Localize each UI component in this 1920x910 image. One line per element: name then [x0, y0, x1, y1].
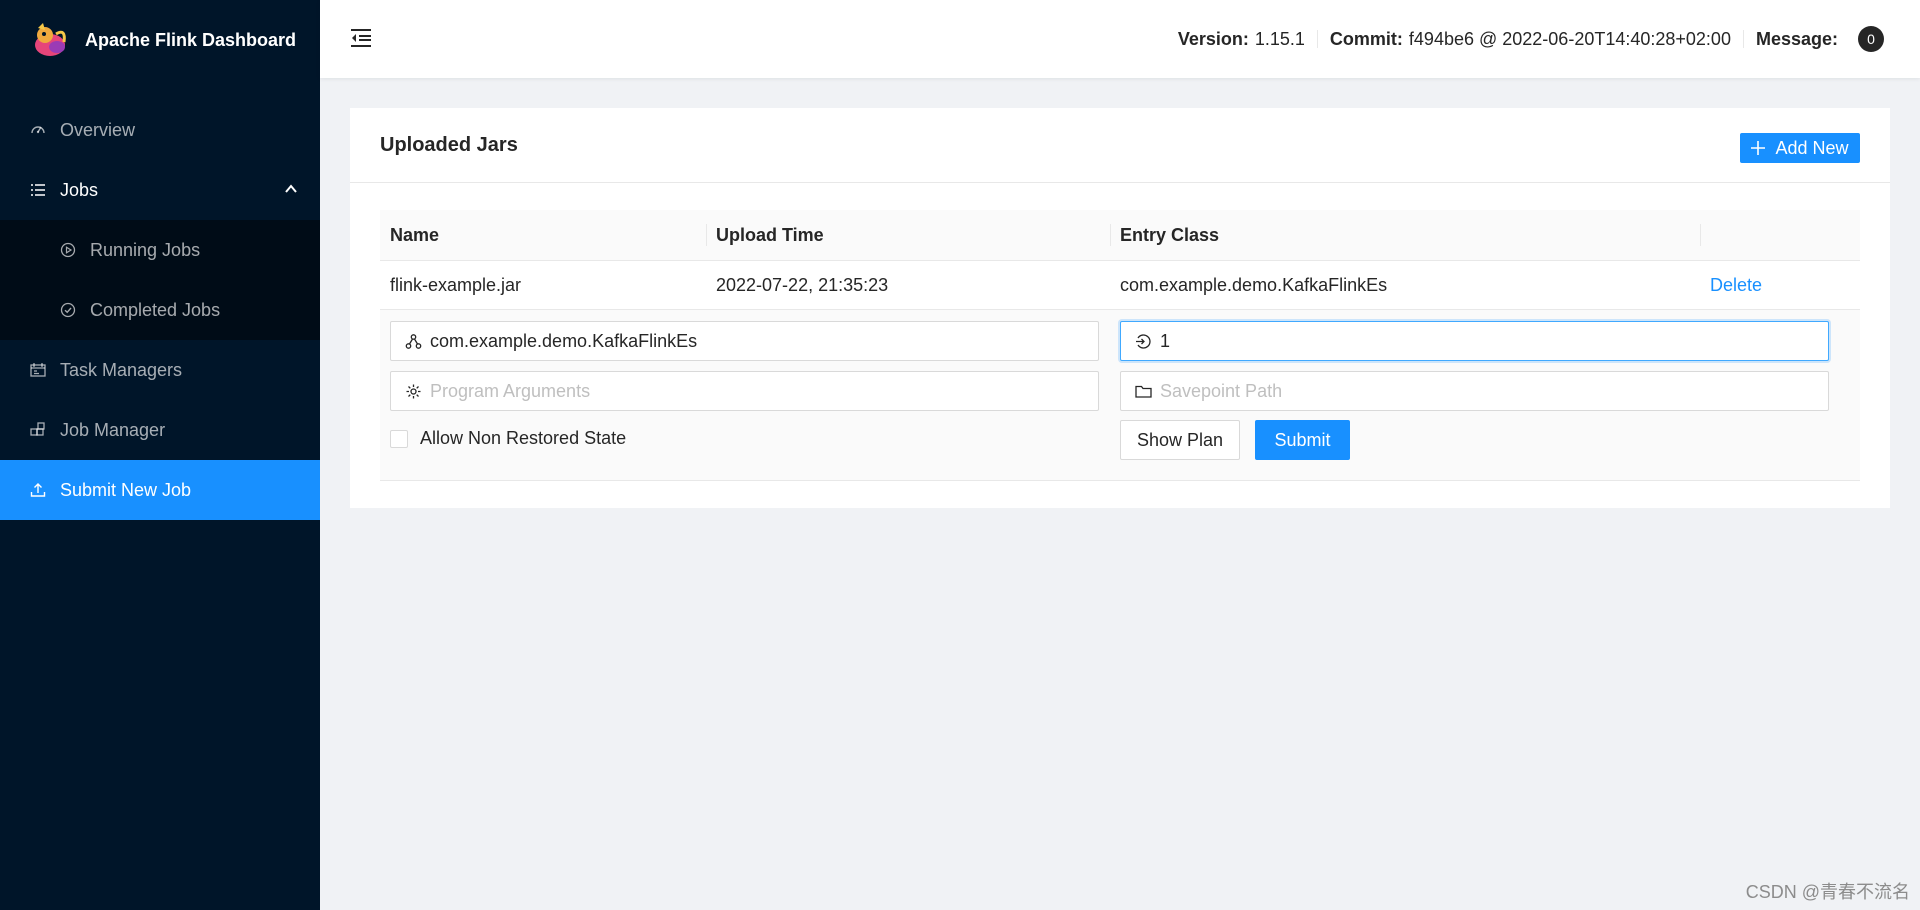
- allow-non-restored-checkbox[interactable]: [390, 429, 408, 448]
- allow-non-restored-state[interactable]: Allow Non Restored State: [390, 428, 626, 449]
- column-header-actions: [1700, 210, 1860, 260]
- dashboard-icon: [30, 122, 46, 138]
- build-icon: [30, 422, 46, 438]
- savepoint-path-field[interactable]: [1120, 371, 1829, 411]
- sidebar-item-task-managers[interactable]: Task Managers: [0, 340, 320, 400]
- submit-button[interactable]: Submit: [1255, 420, 1350, 460]
- check-circle-icon: [60, 302, 76, 318]
- unordered-list-icon: [30, 182, 46, 198]
- sidebar-item-label: Job Manager: [60, 419, 166, 440]
- app-title: Apache Flink Dashboard: [85, 29, 297, 50]
- delete-link[interactable]: Delete: [1700, 261, 1860, 309]
- column-header-entry-class: Entry Class: [1110, 210, 1700, 260]
- savepoint-path-input[interactable]: [1160, 380, 1828, 402]
- sidebar-item-completed-jobs[interactable]: Completed Jobs: [0, 280, 320, 340]
- program-arguments-field[interactable]: [390, 371, 1099, 411]
- header-divider: [1742, 30, 1744, 48]
- table-row[interactable]: flink-example.jar 2022-07-22, 21:35:23 c…: [380, 261, 1860, 310]
- upload-time-cell: 2022-07-22, 21:35:23: [716, 274, 889, 295]
- column-divider: [706, 224, 707, 246]
- sidebar-item-label: Completed Jobs: [90, 299, 221, 320]
- header-info: Version: 1.15.1 Commit: f494be6 @ 2022-0…: [1178, 0, 1884, 78]
- header-divider: [1316, 30, 1318, 48]
- sidebar-item-label: Running Jobs: [90, 239, 201, 260]
- jobs-submenu: Running Jobs Completed Jobs: [0, 220, 320, 340]
- gear-icon: [405, 383, 422, 400]
- column-divider: [1700, 224, 1701, 246]
- show-plan-button[interactable]: Show Plan: [1120, 420, 1240, 460]
- card-header: Uploaded Jars Add New: [350, 108, 1890, 183]
- column-header-label: Upload Time: [716, 224, 824, 245]
- column-header-name: Name: [380, 210, 706, 260]
- column-header-label: Entry Class: [1120, 224, 1220, 245]
- brand[interactable]: Apache Flink Dashboard: [0, 0, 320, 80]
- sidebar-item-label: Jobs: [60, 179, 99, 200]
- entry-class-input[interactable]: [430, 330, 1098, 352]
- column-header-label: Name: [390, 224, 440, 245]
- chevron-up-icon: [285, 184, 297, 193]
- top-header: Version: 1.15.1 Commit: f494be6 @ 2022-0…: [320, 0, 1920, 78]
- menu-fold-icon[interactable]: [350, 28, 372, 48]
- column-divider: [1110, 224, 1111, 246]
- allow-non-restored-label: Allow Non Restored State: [420, 428, 627, 448]
- program-arguments-input[interactable]: [430, 380, 1098, 402]
- parallelism-input[interactable]: [1160, 330, 1828, 352]
- version-value: 1.15.1: [1254, 28, 1305, 49]
- sidebar-item-job-manager[interactable]: Job Manager: [0, 400, 320, 460]
- uploaded-jars-card: Uploaded Jars Add New Name Upload Time E…: [350, 108, 1890, 508]
- commit-value: f494be6 @ 2022-06-20T14:40:28+02:00: [1408, 28, 1731, 49]
- message-count-badge[interactable]: 0: [1858, 26, 1884, 52]
- column-header-upload-time: Upload Time: [706, 210, 1110, 260]
- folder-icon: [1135, 383, 1152, 400]
- submit-job-form: Allow Non Restored State Show Plan Submi…: [380, 310, 1860, 481]
- schedule-icon: [30, 362, 46, 378]
- commit-label: Commit:: [1329, 28, 1403, 49]
- entry-class-cell: com.example.demo.KafkaFlinkEs: [1120, 274, 1388, 295]
- cluster-icon: [405, 333, 422, 350]
- sidebar-item-running-jobs[interactable]: Running Jobs: [0, 220, 320, 280]
- add-new-label: Add New: [1775, 137, 1849, 158]
- parallelism-field[interactable]: [1120, 321, 1829, 361]
- card-title: Uploaded Jars: [380, 134, 518, 156]
- sidebar-item-submit-new-job[interactable]: Submit New Job: [0, 460, 320, 520]
- message-label: Message:: [1755, 28, 1838, 49]
- table-header: Name Upload Time Entry Class: [380, 210, 1860, 261]
- plus-icon: [1751, 141, 1766, 155]
- upload-icon: [30, 482, 46, 498]
- add-new-button[interactable]: Add New: [1740, 133, 1860, 163]
- sidebar-item-label: Overview: [60, 119, 136, 140]
- sidebar-item-jobs[interactable]: Jobs: [0, 160, 320, 220]
- sidebar-item-label: Submit New Job: [60, 479, 192, 500]
- sidebar-menu: Overview Jobs Running Jobs Completed Job…: [0, 100, 320, 520]
- sidebar-item-overview[interactable]: Overview: [0, 100, 320, 160]
- play-circle-icon: [60, 242, 76, 258]
- flink-squirrel-logo: [35, 23, 66, 56]
- sidebar: Apache Flink Dashboard Overview Jobs Run…: [0, 0, 320, 910]
- jars-table: Name Upload Time Entry Class flink-examp…: [380, 210, 1860, 481]
- jar-name-cell: flink-example.jar: [390, 274, 522, 295]
- watermark: CSDN @青春不流名: [1745, 882, 1910, 902]
- entry-class-field[interactable]: [390, 321, 1099, 361]
- sidebar-item-label: Task Managers: [60, 359, 183, 380]
- parallelism-icon: [1135, 333, 1152, 350]
- version-label: Version:: [1177, 28, 1249, 49]
